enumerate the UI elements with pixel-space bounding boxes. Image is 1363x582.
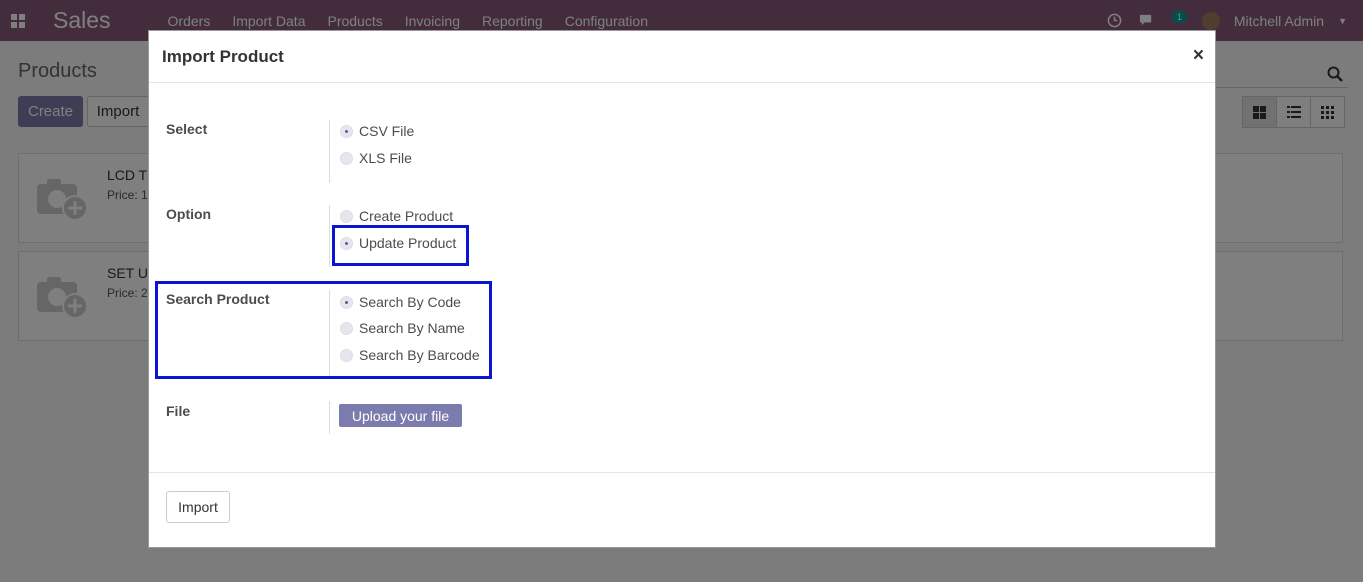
radio-csv-file[interactable]: CSV File <box>340 121 414 141</box>
upload-file-button[interactable]: Upload your file <box>339 404 462 427</box>
modal-header: Import Product × <box>149 31 1215 83</box>
radio-label: XLS File <box>359 150 412 166</box>
radio-create-product[interactable]: Create Product <box>340 206 453 226</box>
import-submit-button[interactable]: Import <box>166 491 230 523</box>
radio-button[interactable] <box>340 151 353 165</box>
field-divider <box>329 120 330 183</box>
highlight-box <box>155 281 492 379</box>
field-divider <box>329 205 330 267</box>
close-icon[interactable]: × <box>1193 45 1204 67</box>
radio-label: CSV File <box>359 123 415 139</box>
field-divider <box>329 401 330 434</box>
option-label: Option <box>166 206 212 222</box>
file-label: File <box>166 403 191 419</box>
radio-label: Create Product <box>359 208 454 224</box>
modal-footer: Import <box>149 472 1215 548</box>
import-product-dialog: Import Product × Select CSV File XLS Fil… <box>148 30 1216 548</box>
radio-button[interactable] <box>340 209 353 223</box>
radio-button[interactable] <box>340 124 353 138</box>
select-label: Select <box>166 121 208 137</box>
modal-title: Import Product <box>162 47 284 66</box>
highlight-box <box>332 225 469 266</box>
radio-xls-file[interactable]: XLS File <box>340 148 412 168</box>
